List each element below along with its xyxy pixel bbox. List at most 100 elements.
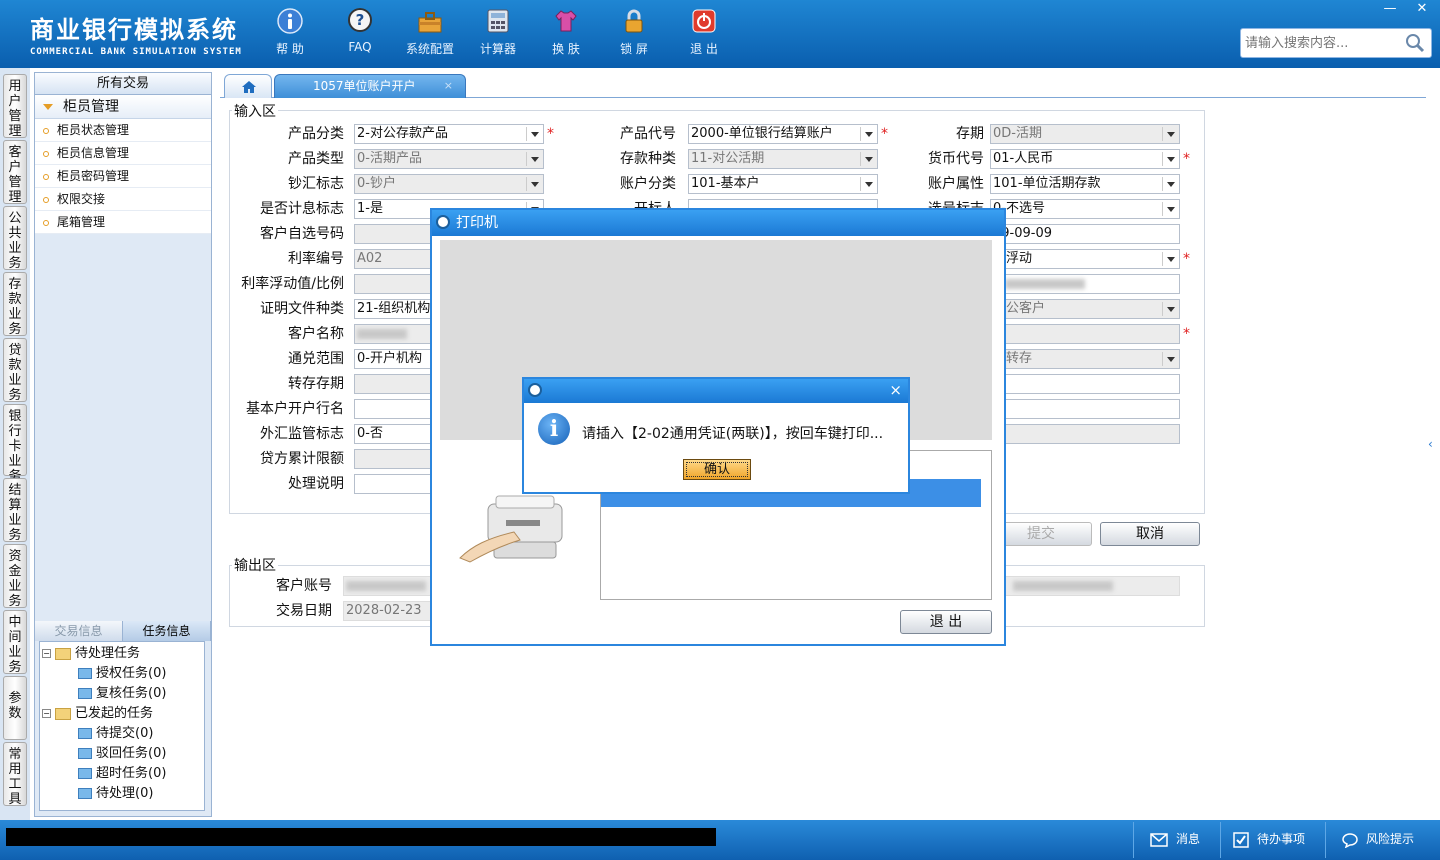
search-input[interactable] xyxy=(1241,29,1401,57)
exit-button[interactable]: 退 出 xyxy=(672,8,736,57)
label-customer-account: 客户账号 xyxy=(276,578,332,594)
field-customer-id[interactable] xyxy=(990,274,1180,294)
all-transactions-header[interactable]: 所有交易 xyxy=(35,73,211,95)
dropdown-arrow-icon xyxy=(1167,357,1175,362)
field-expiry-date[interactable]: 99-09-09 xyxy=(990,224,1180,244)
form-select[interactable]: 0-活期产品 xyxy=(354,149,544,169)
select-currency[interactable]: 01-人民币 xyxy=(990,149,1180,169)
vtab-settlement-business[interactable]: 结算业务 xyxy=(3,478,27,543)
risk-alert-button[interactable]: 风险提示 xyxy=(1342,830,1414,848)
faq-button[interactable]: ? FAQ xyxy=(328,8,392,54)
tab-close-icon[interactable]: × xyxy=(444,75,453,97)
select-float-type[interactable]: 不浮动 xyxy=(990,249,1180,269)
menu-item-teller-info[interactable]: 柜员信息管理 xyxy=(35,142,211,165)
search-icon[interactable] xyxy=(1405,33,1425,53)
vtab-loan-business[interactable]: 贷款业务 xyxy=(3,338,27,403)
field-customer-extra[interactable] xyxy=(990,324,1180,344)
cancel-button[interactable]: 取消 xyxy=(1100,522,1200,546)
search-box xyxy=(1240,28,1432,58)
tab-account-opening[interactable]: 1057单位账户开户 × xyxy=(274,74,466,98)
vertical-tab-bar: 用户管理 客户管理 公共业务 存款业务 贷款业务 银行卡业务 结算业务 资金业务… xyxy=(0,68,30,820)
checkbox-icon xyxy=(1233,831,1249,848)
message-close-icon[interactable]: × xyxy=(889,381,902,399)
minimize-button[interactable]: — xyxy=(1376,0,1404,18)
menu-item-tail-box[interactable]: 尾箱管理 xyxy=(35,211,211,234)
tab-transaction-info[interactable]: 交易信息 xyxy=(35,621,123,641)
value: 2000-单位银行结算账户 xyxy=(691,126,833,141)
print-exit-button[interactable]: 退 出 xyxy=(900,610,992,634)
value: 0-开户机构 xyxy=(357,351,422,366)
tree-node-to-process[interactable]: 待处理(0) xyxy=(78,784,153,804)
vtab-public-business[interactable]: 公共业务 xyxy=(3,206,27,271)
value: 2-对公存款产品 xyxy=(357,126,448,141)
value: 0-钞户 xyxy=(357,176,396,191)
lock-button[interactable]: 锁 屏 xyxy=(602,8,666,57)
tree-node-review[interactable]: 复核任务(0) xyxy=(78,684,166,704)
label-term: 存期 xyxy=(956,126,984,142)
select-product-code[interactable]: 2000-单位银行结算账户 xyxy=(688,124,878,144)
select-number-selection[interactable]: 0-不选号 xyxy=(990,199,1180,219)
select-account-class[interactable]: 101-基本户 xyxy=(688,174,878,194)
menu-item-teller-password[interactable]: 柜员密码管理 xyxy=(35,165,211,188)
field-output-extra xyxy=(1000,576,1180,596)
confirm-button[interactable]: 确认 xyxy=(683,459,751,480)
select-deposit-type[interactable]: 11-对公活期 xyxy=(688,149,878,169)
field-extra-1[interactable] xyxy=(990,374,1180,394)
form-label: 处理说明 xyxy=(288,476,344,492)
home-tab[interactable] xyxy=(224,74,272,98)
help-button[interactable]: 帮 助 xyxy=(258,8,322,57)
close-window-button[interactable]: ✕ xyxy=(1408,0,1436,18)
tree-label: 驳回任务(0) xyxy=(96,746,167,761)
required-marker: * xyxy=(1183,151,1190,167)
value: 101-单位活期存款 xyxy=(993,176,1101,191)
skin-button[interactable]: 换 肤 xyxy=(534,8,598,57)
collapse-arrow-icon[interactable]: ‹ xyxy=(1428,424,1440,464)
vtab-fund-business[interactable]: 资金业务 xyxy=(3,544,27,609)
tree-node-to-submit[interactable]: 待提交(0) xyxy=(78,724,153,744)
vtab-parameters[interactable]: 参数 xyxy=(3,676,27,740)
todo-button[interactable]: 待办事项 xyxy=(1233,830,1305,848)
brand: 商业银行模拟系统 COMMERCIAL BANK SIMULATION SYST… xyxy=(30,10,242,57)
form-label: 利率编号 xyxy=(288,251,344,267)
lock-icon xyxy=(625,9,643,33)
task-icon xyxy=(78,788,92,799)
menu-item-permission-handover[interactable]: 权限交接 xyxy=(35,188,211,211)
collapse-icon[interactable]: − xyxy=(42,649,51,658)
messages-button[interactable]: 消息 xyxy=(1150,830,1200,848)
tree-node-rejected[interactable]: 驳回任务(0) xyxy=(78,744,166,764)
tree-node-timeout[interactable]: 超时任务(0) xyxy=(78,764,166,784)
svg-text:?: ? xyxy=(356,11,365,29)
teller-management-group[interactable]: 柜员管理 xyxy=(35,95,211,119)
field-extra-3[interactable] xyxy=(990,424,1180,444)
tab-task-info[interactable]: 任务信息 xyxy=(123,621,211,641)
tree-node-initiated[interactable]: − 已发起的任务 xyxy=(42,704,153,724)
select-term[interactable]: 0D-活期 xyxy=(990,124,1180,144)
form-select[interactable]: 0-钞户 xyxy=(354,174,544,194)
value: 11-对公活期 xyxy=(691,151,765,166)
value: 0D-活期 xyxy=(993,126,1042,141)
vtab-bank-card-business[interactable]: 银行卡业务 xyxy=(3,404,27,484)
vtab-deposit-business[interactable]: 存款业务 xyxy=(3,272,27,337)
field-extra-2[interactable] xyxy=(990,399,1180,419)
vtab-common-tools[interactable]: 常用工具 xyxy=(3,742,27,807)
vtab-user-management[interactable]: 用户管理 xyxy=(3,74,27,139)
label-account-class: 账户分类 xyxy=(620,176,676,192)
lock-label: 锁 屏 xyxy=(620,42,648,56)
menu-item-teller-status[interactable]: 柜员状态管理 xyxy=(35,119,211,142)
tree-node-pending[interactable]: − 待处理任务 xyxy=(42,644,140,664)
form-label: 钞汇标志 xyxy=(288,176,344,192)
task-icon xyxy=(78,668,92,679)
vtab-intermediate-business[interactable]: 中间业务 xyxy=(3,610,27,675)
settings-button[interactable]: 系统配置 xyxy=(398,8,462,57)
select-transfer-flag[interactable]: 不转存 xyxy=(990,349,1180,369)
tree-node-authorize[interactable]: 授权任务(0) xyxy=(78,664,166,684)
select-account-attribute[interactable]: 101-单位活期存款 xyxy=(990,174,1180,194)
vtab-customer-management[interactable]: 客户管理 xyxy=(3,140,27,205)
collapse-icon[interactable]: − xyxy=(42,709,51,718)
calculator-button[interactable]: 计算器 xyxy=(466,8,530,57)
form-label: 产品分类 xyxy=(288,126,344,142)
form-select[interactable]: 2-对公存款产品 xyxy=(354,124,544,144)
app-window: 商业银行模拟系统 COMMERCIAL BANK SIMULATION SYST… xyxy=(0,0,1440,860)
shirt-icon xyxy=(555,10,577,32)
select-customer-type[interactable]: 对公客户 xyxy=(990,299,1180,319)
